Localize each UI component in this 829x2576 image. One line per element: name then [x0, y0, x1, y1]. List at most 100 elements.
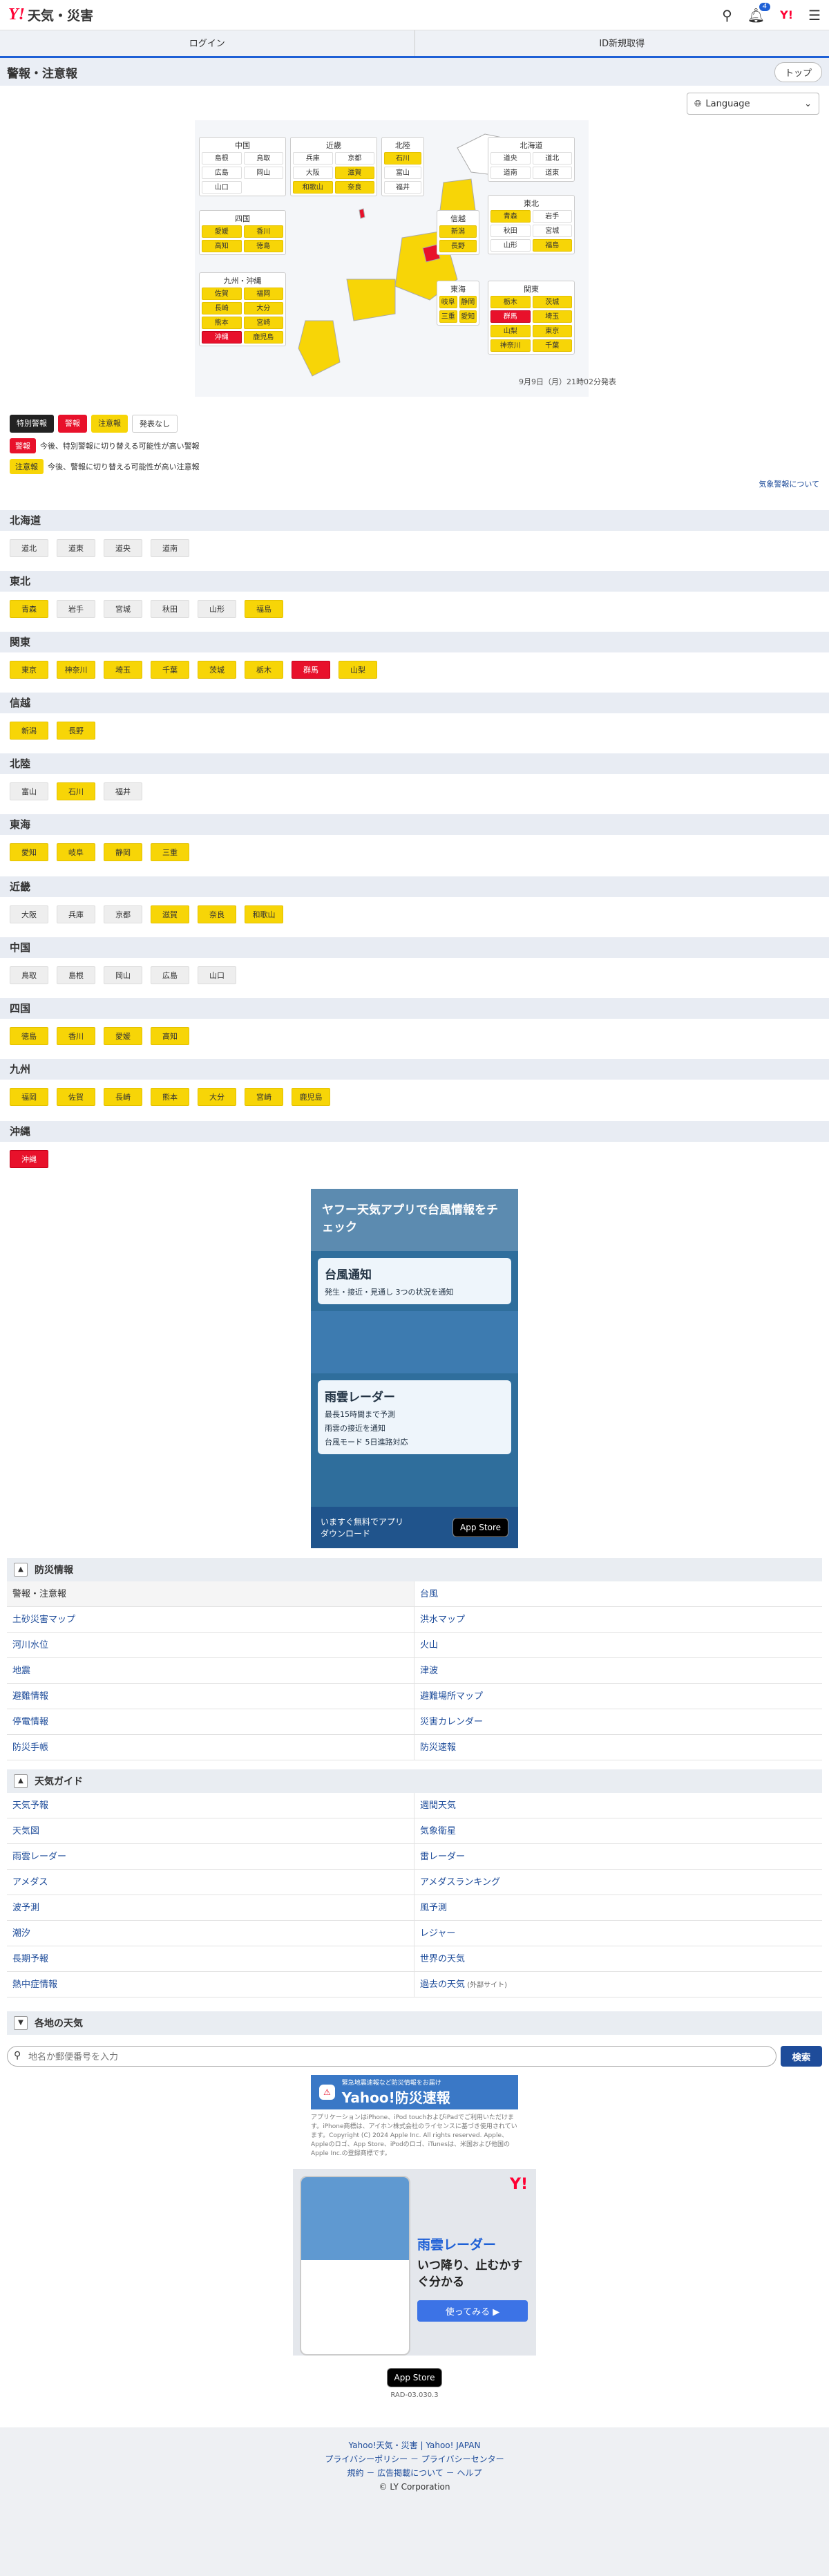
pref-button-兵庫[interactable]: 兵庫	[57, 905, 95, 923]
bousai-link[interactable]: 河川水位	[7, 1633, 414, 1658]
guide-link[interactable]: 雷レーダー	[414, 1844, 822, 1870]
guide-link[interactable]: 雨雲レーダー	[7, 1844, 414, 1870]
pref-button-岡山[interactable]: 岡山	[104, 966, 142, 984]
map-pref-山形[interactable]: 山形	[490, 239, 531, 252]
top-button[interactable]: トップ	[774, 62, 822, 82]
guide-link[interactable]: 天気予報	[7, 1793, 414, 1818]
map-pref-神奈川[interactable]: 神奈川	[490, 339, 531, 352]
language-select[interactable]: 🌐︎ Language ⌄	[687, 93, 819, 115]
local-weather-header[interactable]: ▼ 各地の天気	[7, 2011, 822, 2035]
pref-button-石川[interactable]: 石川	[57, 782, 95, 800]
pref-button-道央[interactable]: 道央	[104, 539, 142, 557]
pref-button-沖縄[interactable]: 沖縄	[10, 1150, 48, 1168]
bousai-app-ad[interactable]: ⚠ 緊急地震速報など防災情報をお届け Yahoo!防災速報	[311, 2075, 518, 2109]
typhoon-app-ad[interactable]: ヤフー天気アプリで台風情報をチェック 台風通知 発生・接近・見通し 3つの状況を通…	[311, 1189, 518, 1548]
map-pref-富山[interactable]: 富山	[384, 167, 421, 179]
pref-button-山形[interactable]: 山形	[198, 600, 236, 618]
map-pref-東京[interactable]: 東京	[532, 325, 572, 337]
map-pref-千葉[interactable]: 千葉	[532, 339, 572, 352]
pref-button-富山[interactable]: 富山	[10, 782, 48, 800]
map-pref-広島[interactable]: 広島	[202, 167, 242, 179]
map-pref-福井[interactable]: 福井	[384, 181, 421, 194]
pref-button-鹿児島[interactable]: 鹿児島	[292, 1088, 330, 1106]
pref-button-福岡[interactable]: 福岡	[10, 1088, 48, 1106]
footer-terms-link[interactable]: 規約 － 広告掲載について － ヘルプ	[347, 2468, 482, 2478]
map-pref-高知[interactable]: 高知	[202, 240, 242, 252]
pref-button-長崎[interactable]: 長崎	[104, 1088, 142, 1106]
pref-button-静岡[interactable]: 静岡	[104, 843, 142, 861]
yahoo-logo[interactable]: Y! 天気・災害	[8, 6, 93, 24]
map-pref-大分[interactable]: 大分	[243, 302, 283, 314]
pref-button-岐阜[interactable]: 岐阜	[57, 843, 95, 861]
guide-link[interactable]: 波予測	[7, 1895, 414, 1921]
pref-button-道東[interactable]: 道東	[57, 539, 95, 557]
guide-link[interactable]: 風予測	[414, 1895, 822, 1921]
map-pref-長野[interactable]: 長野	[439, 240, 477, 252]
pref-button-千葉[interactable]: 千葉	[151, 661, 189, 679]
map-pref-岡山[interactable]: 岡山	[243, 167, 283, 179]
map-pref-滋賀[interactable]: 滋賀	[334, 167, 374, 179]
map-pref-香川[interactable]: 香川	[243, 225, 283, 238]
guide-link[interactable]: 週間天気	[414, 1793, 822, 1818]
map-pref-京都[interactable]: 京都	[334, 152, 374, 164]
guide-link[interactable]: 長期予報	[7, 1946, 414, 1972]
map-pref-徳島[interactable]: 徳島	[243, 240, 283, 252]
pref-button-広島[interactable]: 広島	[151, 966, 189, 984]
pref-button-愛媛[interactable]: 愛媛	[104, 1027, 142, 1045]
guide-link[interactable]: 天気図	[7, 1818, 414, 1844]
map-pref-山梨[interactable]: 山梨	[490, 325, 531, 337]
pref-button-三重[interactable]: 三重	[151, 843, 189, 861]
pref-button-福井[interactable]: 福井	[104, 782, 142, 800]
map-pref-愛知[interactable]: 愛知	[459, 310, 477, 323]
pref-button-道南[interactable]: 道南	[151, 539, 189, 557]
map-pref-大阪[interactable]: 大阪	[293, 167, 333, 179]
map-pref-愛媛[interactable]: 愛媛	[202, 225, 242, 238]
map-pref-青森[interactable]: 青森	[490, 210, 531, 223]
bousai-link[interactable]: 防災速報	[414, 1735, 822, 1760]
pref-button-岩手[interactable]: 岩手	[57, 600, 95, 618]
guide-link[interactable]: 世界の天気	[414, 1946, 822, 1972]
map-pref-奈良[interactable]: 奈良	[334, 181, 374, 194]
map-pref-埼玉[interactable]: 埼玉	[532, 310, 572, 323]
map-pref-岩手[interactable]: 岩手	[532, 210, 572, 223]
pref-button-群馬[interactable]: 群馬	[292, 661, 330, 679]
pref-button-奈良[interactable]: 奈良	[198, 905, 236, 923]
guide-link[interactable]: アメダス	[7, 1870, 414, 1895]
radar-app-ad[interactable]: Y! 雨雲レーダー いつ降り、止むかすぐ分かる 使ってみる ▶ App Stor…	[293, 2169, 536, 2411]
pref-button-徳島[interactable]: 徳島	[10, 1027, 48, 1045]
guide-link[interactable]: 気象衛星	[414, 1818, 822, 1844]
guide-link[interactable]: 熱中症情報	[7, 1972, 414, 1997]
guide-link[interactable]: 潮汐	[7, 1921, 414, 1946]
bousai-link[interactable]: 津波	[414, 1658, 822, 1684]
guide-link[interactable]: レジャー	[414, 1921, 822, 1946]
map-pref-道北[interactable]: 道北	[532, 152, 572, 164]
map-pref-鳥取[interactable]: 鳥取	[243, 152, 283, 164]
map-pref-岐阜[interactable]: 岐阜	[439, 296, 457, 308]
map-pref-三重[interactable]: 三重	[439, 310, 457, 323]
search-icon[interactable]: ⚲	[722, 8, 732, 22]
pref-button-栃木[interactable]: 栃木	[245, 661, 283, 679]
bousai-link[interactable]: 洪水マップ	[414, 1607, 822, 1633]
map-pref-群馬[interactable]: 群馬	[490, 310, 531, 323]
map-pref-兵庫[interactable]: 兵庫	[293, 152, 333, 164]
footer-home-link[interactable]: Yahoo!天気・災害 | Yahoo! JAPAN	[349, 2441, 481, 2450]
pref-button-高知[interactable]: 高知	[151, 1027, 189, 1045]
map-pref-沖縄[interactable]: 沖縄	[202, 331, 242, 344]
map-pref-福島[interactable]: 福島	[532, 239, 572, 252]
pref-button-福島[interactable]: 福島	[245, 600, 283, 618]
map-pref-福岡[interactable]: 福岡	[243, 288, 283, 300]
map-pref-道東[interactable]: 道東	[532, 167, 572, 179]
map-pref-佐賀[interactable]: 佐賀	[202, 288, 242, 300]
map-pref-秋田[interactable]: 秋田	[490, 225, 531, 237]
pref-button-山梨[interactable]: 山梨	[339, 661, 377, 679]
guide-link[interactable]: アメダスランキング	[414, 1870, 822, 1895]
pref-button-茨城[interactable]: 茨城	[198, 661, 236, 679]
map-pref-山口[interactable]: 山口	[202, 181, 242, 194]
location-search-input[interactable]	[7, 2046, 776, 2067]
guide-header[interactable]: ▲ 天気ガイド	[7, 1769, 822, 1793]
try-button[interactable]: 使ってみる ▶	[417, 2300, 528, 2322]
pref-button-滋賀[interactable]: 滋賀	[151, 905, 189, 923]
pref-button-香川[interactable]: 香川	[57, 1027, 95, 1045]
pref-button-山口[interactable]: 山口	[198, 966, 236, 984]
bousai-link[interactable]: 台風	[414, 1581, 822, 1607]
